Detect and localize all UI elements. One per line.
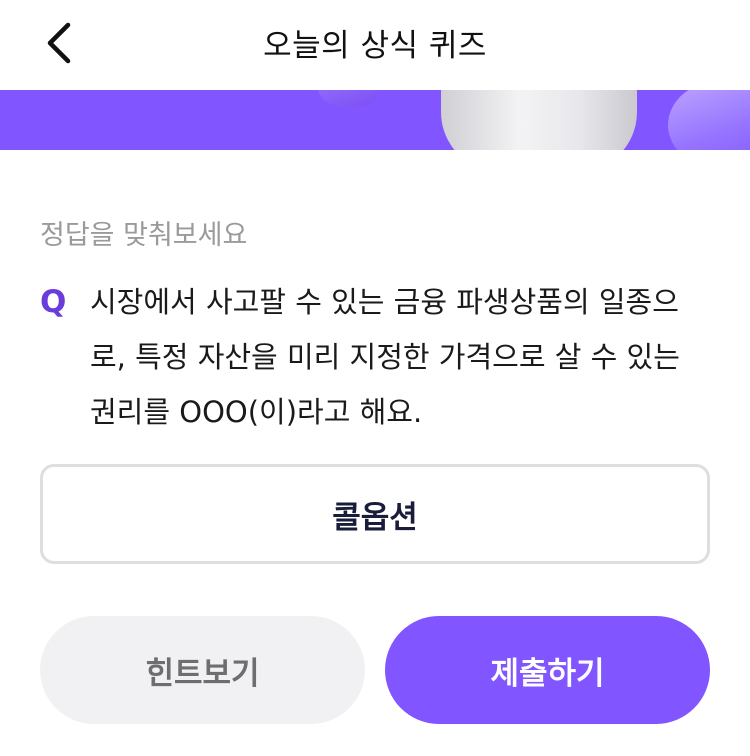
question-line: 로, 특정 자산을 미리 지정한 가격으로 살 수 있는 (90, 340, 680, 374)
mascot-illustration (441, 90, 637, 150)
decorative-disc (318, 90, 380, 108)
question-mark-label: Q (40, 284, 67, 320)
hint-button[interactable]: 힌트보기 (40, 616, 365, 724)
submit-button[interactable]: 제출하기 (385, 616, 710, 724)
app-header: 오늘의 상식 퀴즈 (0, 0, 750, 90)
question-line: 권리를 OOO(이)라고 해요. (90, 395, 423, 429)
page-title: 오늘의 상식 퀴즈 (263, 28, 487, 64)
quiz-prompt: 정답을 맞춰보세요 (40, 220, 248, 251)
quiz-banner (0, 90, 750, 150)
decorative-disc (668, 90, 750, 150)
question-line: 시장에서 사고팔 수 있는 금융 파생상품의 일종으 (90, 285, 679, 319)
question-text: 시장에서 사고팔 수 있는 금융 파생상품의 일종으 로, 특정 자산을 미리 … (90, 275, 715, 440)
answer-field[interactable]: 콜옵션 (40, 464, 710, 564)
